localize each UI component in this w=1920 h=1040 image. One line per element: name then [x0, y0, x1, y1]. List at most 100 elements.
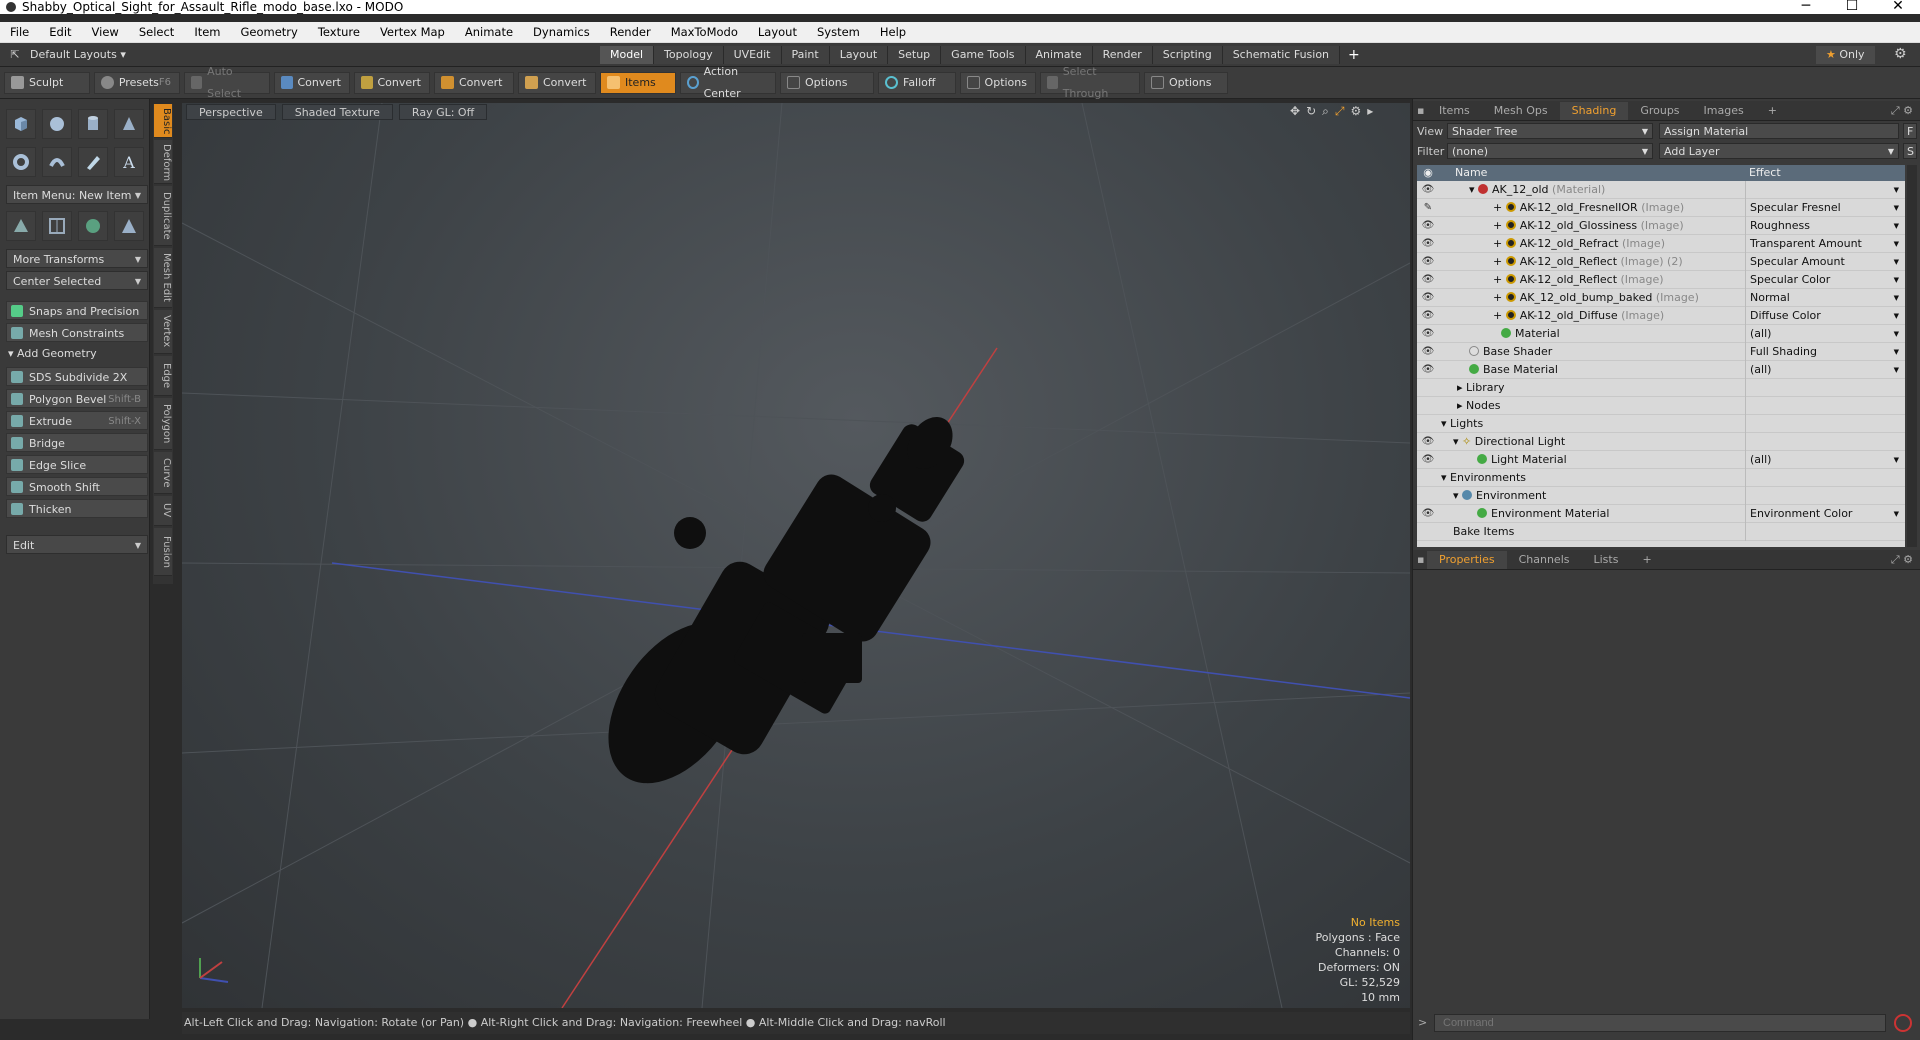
sds-subdivide-button[interactable]: SDS Subdivide 2X [6, 367, 148, 386]
snaps-precision-button[interactable]: Snaps and Precision [6, 301, 148, 320]
more-transforms-dropdown[interactable]: More Transforms [6, 249, 148, 269]
convert-vertices-button[interactable]: Convert [274, 71, 350, 94]
close-icon[interactable]: ✕ [1878, 0, 1918, 14]
raygl-button[interactable]: Ray GL: Off [398, 104, 488, 120]
tree-row-fresnelior[interactable]: ✎ + AK-12_old_FresnelIOR (Image) Specular … [1417, 199, 1905, 217]
menu-select[interactable]: Select [129, 25, 184, 39]
rotate-icon[interactable]: ↻ [1306, 104, 1316, 119]
tree-row-reflect[interactable]: 👁 + AK-12_old_Reflect (Image) Specular Col… [1417, 271, 1905, 289]
falloff-options-button[interactable]: Options [960, 71, 1036, 94]
tree-row-base-material[interactable]: 👁 Base Material (all) [1417, 361, 1905, 379]
tree-row-refract[interactable]: 👁 + AK-12_old_Refract (Image) Transparent … [1417, 235, 1905, 253]
vtab-edge[interactable]: Edge [154, 356, 172, 396]
edit-dropdown[interactable]: Edit [6, 535, 148, 555]
tree-row-lights[interactable]: ▾ Lights [1417, 415, 1905, 433]
vtab-duplicate[interactable]: Duplicate [154, 186, 172, 246]
tree-row-light-material[interactable]: 👁 Light Material (all) [1417, 451, 1905, 469]
add-panel-tab-button[interactable]: + [1756, 102, 1789, 120]
eye-icon[interactable]: 👁 [1421, 433, 1435, 451]
tab-groups[interactable]: Groups [1628, 102, 1691, 120]
tree-row-directional-light[interactable]: 👁 ▾ ✧ Directional Light [1417, 433, 1905, 451]
eye-icon[interactable]: 👁 [1421, 289, 1435, 307]
items-mode-button[interactable]: Items [600, 71, 676, 94]
zoom-icon[interactable]: ⌕ [1322, 104, 1329, 119]
menu-item[interactable]: Item [184, 25, 230, 39]
eye-icon[interactable]: 👁 [1421, 217, 1435, 235]
eye-icon[interactable]: 👁 [1421, 451, 1435, 469]
tab-properties[interactable]: Properties [1427, 550, 1507, 569]
tree-row-material[interactable]: 👁 Material (all) [1417, 325, 1905, 343]
panel-settings-icon[interactable]: ⤢ ⚙ [1891, 104, 1920, 118]
brush-edit-icon[interactable]: ✎ [1421, 199, 1435, 217]
smooth-shift-button[interactable]: Smooth Shift [6, 477, 148, 496]
action-center-button[interactable]: Action Center [680, 65, 776, 100]
add-layer-dropdown[interactable]: Add Layer [1659, 143, 1899, 160]
add-geometry-header[interactable]: ▾ Add Geometry [8, 347, 97, 360]
perspective-button[interactable]: Perspective [186, 104, 276, 120]
vtab-basic[interactable]: Basic [154, 104, 172, 138]
eye-icon[interactable]: 👁 [1421, 235, 1435, 253]
mesh-constraints-button[interactable]: Mesh Constraints [6, 323, 148, 342]
tab-items[interactable]: Items [1427, 102, 1482, 120]
properties-menu-icon[interactable]: ▪ [1413, 553, 1427, 566]
effect-column-header[interactable]: Effect [1745, 165, 1905, 181]
polygon-bevel-button[interactable]: Polygon Bevel Shift-B [6, 389, 148, 408]
cone-icon[interactable] [114, 109, 144, 139]
tab-schematic-fusion[interactable]: Schematic Fusion [1222, 45, 1341, 64]
properties-settings-icon[interactable]: ⤢ ⚙ [1891, 553, 1920, 567]
eye-icon[interactable]: 👁 [1421, 361, 1435, 379]
vtab-curve[interactable]: Curve [154, 452, 172, 494]
item-menu-dropdown[interactable]: Item Menu: New Item [6, 185, 148, 205]
add-layer-s-button[interactable]: S [1903, 143, 1917, 159]
menu-edit[interactable]: Edit [39, 25, 81, 39]
menu-geometry[interactable]: Geometry [231, 25, 308, 39]
tube-icon[interactable] [42, 147, 72, 177]
add-properties-tab-button[interactable]: + [1630, 551, 1663, 569]
tab-setup[interactable]: Setup [888, 45, 942, 64]
menu-maxtomodo[interactable]: MaxToModo [661, 25, 748, 39]
eye-icon[interactable]: 👁 [1421, 271, 1435, 289]
filter-dropdown[interactable]: (none) [1447, 143, 1653, 160]
menu-view[interactable]: View [82, 25, 129, 39]
pen-icon[interactable] [78, 147, 108, 177]
tree-row-nodes[interactable]: ▸ Nodes [1417, 397, 1905, 415]
menu-vertex-map[interactable]: Vertex Map [370, 25, 455, 39]
sphere-icon[interactable] [42, 109, 72, 139]
convert-polygons-button[interactable]: Convert [434, 71, 514, 94]
tab-shading[interactable]: Shading [1559, 101, 1629, 120]
tab-paint[interactable]: Paint [781, 45, 830, 64]
tab-images[interactable]: Images [1692, 102, 1756, 120]
tab-scripting[interactable]: Scripting [1152, 45, 1223, 64]
default-layouts-dropdown[interactable]: Default Layouts ▾ [30, 48, 600, 61]
tree-row-environments[interactable]: ▾ Environments [1417, 469, 1905, 487]
convert-items-button[interactable]: Convert [518, 71, 596, 94]
menu-animate[interactable]: Animate [455, 25, 523, 39]
assign-material-button[interactable]: Assign Material [1659, 123, 1899, 139]
add-tab-button[interactable]: + [1340, 47, 1368, 63]
eye-icon[interactable]: 👁 [1421, 181, 1435, 199]
thicken-button[interactable]: Thicken [6, 499, 148, 518]
tree-row-glossiness[interactable]: 👁 + AK-12_old_Glossiness (Image) Roughness [1417, 217, 1905, 235]
tab-mesh-ops[interactable]: Mesh Ops [1482, 102, 1560, 120]
extrude-button[interactable]: Extrude Shift-X [6, 411, 148, 430]
tree-row-ak12-material[interactable]: 👁 ▾ AK_12_old (Material) [1417, 181, 1905, 199]
name-column-header[interactable]: Name [1439, 165, 1745, 181]
command-input[interactable] [1434, 1014, 1886, 1032]
expand-arrow-icon[interactable]: ▸ [1367, 104, 1373, 119]
action-center-options-button[interactable]: Options [780, 71, 874, 94]
eye-icon[interactable]: 👁 [1421, 343, 1435, 361]
minimize-icon[interactable]: ─ [1786, 0, 1826, 14]
select-through-options-button[interactable]: Options [1144, 71, 1228, 94]
menu-render[interactable]: Render [600, 25, 661, 39]
tree-row-reflect-2[interactable]: 👁 + AK-12_old_Reflect (Image) (2) Specular… [1417, 253, 1905, 271]
center-selected-dropdown[interactable]: Center Selected [6, 271, 148, 291]
tree-row-library[interactable]: ▸ Library [1417, 379, 1905, 397]
presets-button[interactable]: Presets F6 [94, 71, 180, 94]
tree-row-bump-baked[interactable]: 👁 + AK_12_old_bump_baked (Image) Normal [1417, 289, 1905, 307]
tab-lists[interactable]: Lists [1582, 551, 1631, 569]
vtab-deform[interactable]: Deform [154, 140, 172, 184]
falloff-button[interactable]: Falloff [878, 71, 956, 94]
eye-icon[interactable]: 👁 [1421, 307, 1435, 325]
vtab-uv[interactable]: UV [154, 496, 172, 526]
tree-row-environment-material[interactable]: 👁 Environment Material Environment Color [1417, 505, 1905, 523]
